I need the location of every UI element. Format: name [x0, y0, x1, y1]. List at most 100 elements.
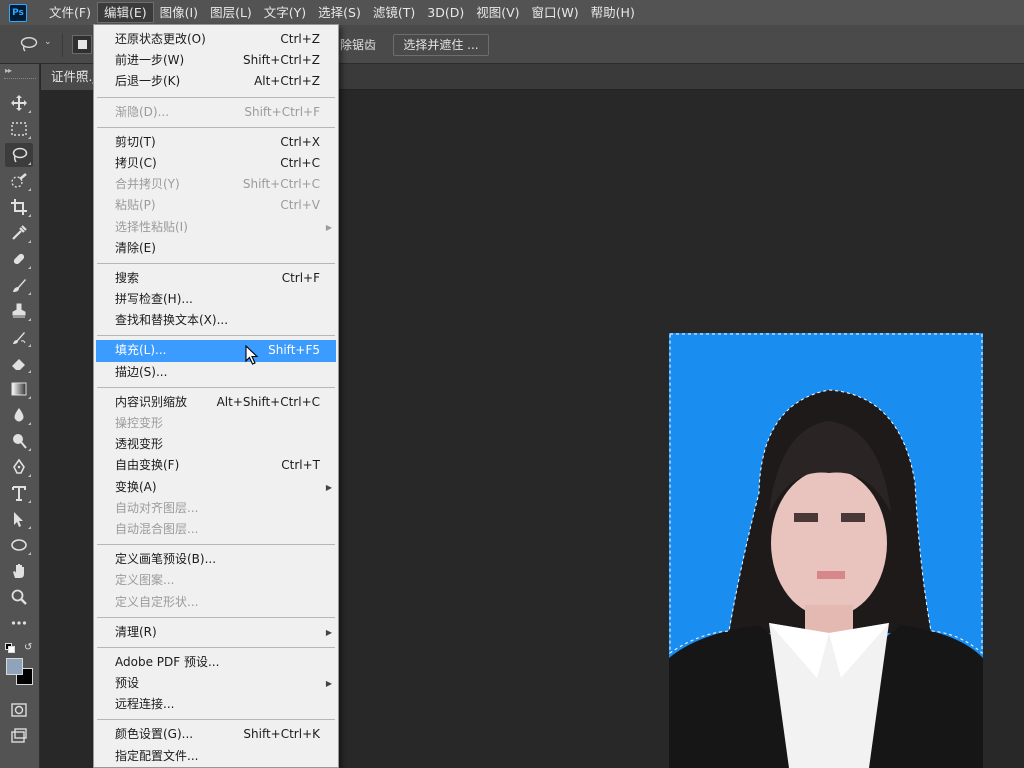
zoom-tool-icon[interactable] [5, 585, 33, 609]
menu-item[interactable]: 指定配置文件... [94, 746, 338, 767]
new-selection-button[interactable] [72, 35, 92, 54]
pen-tool-icon[interactable] [5, 455, 33, 479]
gradient-tool-icon[interactable] [5, 377, 33, 401]
type-tool-icon[interactable] [5, 481, 33, 505]
menu-separator [94, 715, 338, 724]
menu-item[interactable]: 自由变换(F) Ctrl+T [94, 455, 338, 476]
menu-item-shortcut: Shift+Ctrl+F [244, 104, 320, 119]
brush-tool-icon[interactable] [5, 273, 33, 297]
path-select-tool-icon[interactable] [5, 507, 33, 531]
id-photo-image[interactable] [669, 333, 983, 768]
menu-item-label: 透视变形 [115, 437, 164, 452]
menu-10[interactable]: 帮助(H) [585, 2, 641, 23]
hand-tool-icon[interactable] [5, 559, 33, 583]
dodge-tool-icon[interactable] [5, 429, 33, 453]
menu-4[interactable]: 文字(Y) [258, 2, 312, 23]
menu-item-shortcut: Shift+Ctrl+C [242, 177, 320, 192]
menu-6[interactable]: 滤镜(T) [367, 2, 421, 23]
marquee-tool-icon[interactable] [5, 117, 33, 141]
menu-item[interactable]: 拷贝(C) Ctrl+C [94, 153, 338, 174]
menu-item-shortcut: Ctrl+T [281, 458, 320, 473]
menu-item-shortcut: Alt+Shift+Ctrl+C [216, 394, 320, 409]
menu-item[interactable]: 填充(L)... Shift+F5 [96, 340, 336, 362]
menu-item[interactable]: 透视变形 [94, 434, 338, 455]
menu-item-label: 预设 [115, 676, 140, 691]
menu-separator [94, 383, 338, 392]
menu-item[interactable]: Adobe PDF 预设... [94, 652, 338, 673]
edit-menu-dropdown: 还原状态更改(O) Ctrl+Z 前进一步(W) Shift+Ctrl+Z 后退一步(K… [93, 24, 339, 768]
menu-item[interactable]: 查找和替换文本(X)... [94, 310, 338, 331]
menu-item[interactable]: 清理(R) ▶ [94, 622, 338, 643]
menu-item[interactable]: 前进一步(W) Shift+Ctrl+Z [94, 50, 338, 71]
menu-bar-items: 文件(F) 编辑(E) 图像(I) 图层(L) 文字(Y) 选择(S) 滤镜(T) 3D(D)… [43, 2, 641, 23]
menu-separator [94, 93, 338, 102]
menu-item: 粘贴(P) Ctrl+V [94, 195, 338, 216]
menu-item[interactable]: 颜色设置(G)... Shift+Ctrl+K [94, 724, 338, 745]
ellipse-tool-icon[interactable] [5, 533, 33, 557]
menu-1[interactable]: 编辑(E) [96, 2, 154, 23]
menu-item-label: 定义自定形状... [115, 594, 199, 609]
menu-item-shortcut: Shift+Ctrl+Z [243, 53, 320, 68]
quick-mask-icon[interactable] [5, 698, 33, 722]
menu-separator [94, 123, 338, 132]
blur-tool-icon[interactable] [5, 403, 33, 427]
menu-item[interactable]: 远程连接... [94, 694, 338, 715]
menu-item-label: 合并拷贝(Y) [115, 177, 180, 192]
menu-9[interactable]: 窗口(W) [526, 2, 585, 23]
collapse-panel-icon[interactable]: ▸▸ [5, 66, 12, 75]
menu-item-label: 粘贴(P) [115, 198, 156, 213]
new-selection-icon [78, 40, 87, 49]
crop-tool-icon[interactable] [5, 195, 33, 219]
menu-item[interactable]: 剪切(T) Ctrl+X [94, 132, 338, 153]
anti-alias-checkbox-label[interactable]: 除锯齿 [340, 36, 376, 53]
panel-grip[interactable] [4, 78, 36, 80]
menu-item[interactable]: 还原状态更改(O) Ctrl+Z [94, 29, 338, 50]
menu-3[interactable]: 图层(L) [204, 2, 258, 23]
swap-colors-icon[interactable]: ↺ [24, 642, 32, 653]
menu-5[interactable]: 选择(S) [312, 2, 367, 23]
lasso-icon[interactable] [20, 36, 38, 52]
history-brush-tool-icon[interactable] [5, 325, 33, 349]
menu-item[interactable]: 拼写检查(H)... [94, 289, 338, 310]
menu-item-label: 渐隐(D)... [115, 104, 170, 119]
menu-item[interactable]: 预设 ▶ [94, 673, 338, 694]
menu-8[interactable]: 视图(V) [470, 2, 525, 23]
more-tools-icon[interactable] [5, 611, 33, 635]
menu-item[interactable]: 内容识别缩放 Alt+Shift+Ctrl+C [94, 392, 338, 413]
menu-item[interactable]: 变换(A) ▶ [94, 477, 338, 498]
menu-item-label: 定义图案... [115, 573, 175, 588]
menu-0[interactable]: 文件(F) [43, 2, 97, 23]
menu-2[interactable]: 图像(I) [154, 2, 204, 23]
menu-item: 定义图案... [94, 570, 338, 591]
menu-item-label: 自由变换(F) [115, 458, 180, 473]
eraser-tool-icon[interactable] [5, 351, 33, 375]
screen-mode-icon[interactable] [5, 724, 33, 748]
chevron-down-icon[interactable]: ⌄ [44, 37, 52, 47]
foreground-color-swatch[interactable] [6, 658, 23, 675]
menu-separator [94, 259, 338, 268]
move-tool-icon[interactable] [5, 91, 33, 115]
menu-item[interactable]: 定义画笔预设(B)... [94, 549, 338, 570]
menu-item-label: 拼写检查(H)... [115, 292, 193, 307]
menu-item-shortcut: Ctrl+F [281, 270, 320, 285]
menu-item-label: 自动混合图层... [115, 521, 199, 536]
menu-item[interactable]: 后退一步(K) Alt+Ctrl+Z [94, 71, 338, 92]
eyedropper-tool-icon[interactable] [5, 221, 33, 245]
menu-item: 自动混合图层... [94, 519, 338, 540]
menu-7[interactable]: 3D(D) [421, 2, 470, 23]
menu-item-label: 操控变形 [115, 416, 164, 430]
default-colors-icon[interactable] [5, 643, 15, 653]
photoshop-logo-icon[interactable]: Ps [9, 3, 27, 22]
menu-item-label: 自动对齐图层... [115, 500, 199, 515]
menu-item: 合并拷贝(Y) Shift+Ctrl+C [94, 174, 338, 195]
menu-item[interactable]: 搜索 Ctrl+F [94, 268, 338, 289]
quick-select-tool-icon[interactable] [5, 169, 33, 193]
healing-brush-tool-icon[interactable] [5, 247, 33, 271]
menu-item-shortcut: Ctrl+Z [280, 32, 320, 46]
select-and-mask-button[interactable]: 选择并遮住 ... [393, 34, 489, 56]
clone-stamp-tool-icon[interactable] [5, 299, 33, 323]
menu-item[interactable]: 清除(E) [94, 238, 338, 259]
menu-item: 选择性粘贴(I) ▶ [94, 217, 338, 238]
menu-item[interactable]: 描边(S)... [94, 362, 338, 383]
lasso-tool-icon[interactable] [5, 143, 33, 167]
